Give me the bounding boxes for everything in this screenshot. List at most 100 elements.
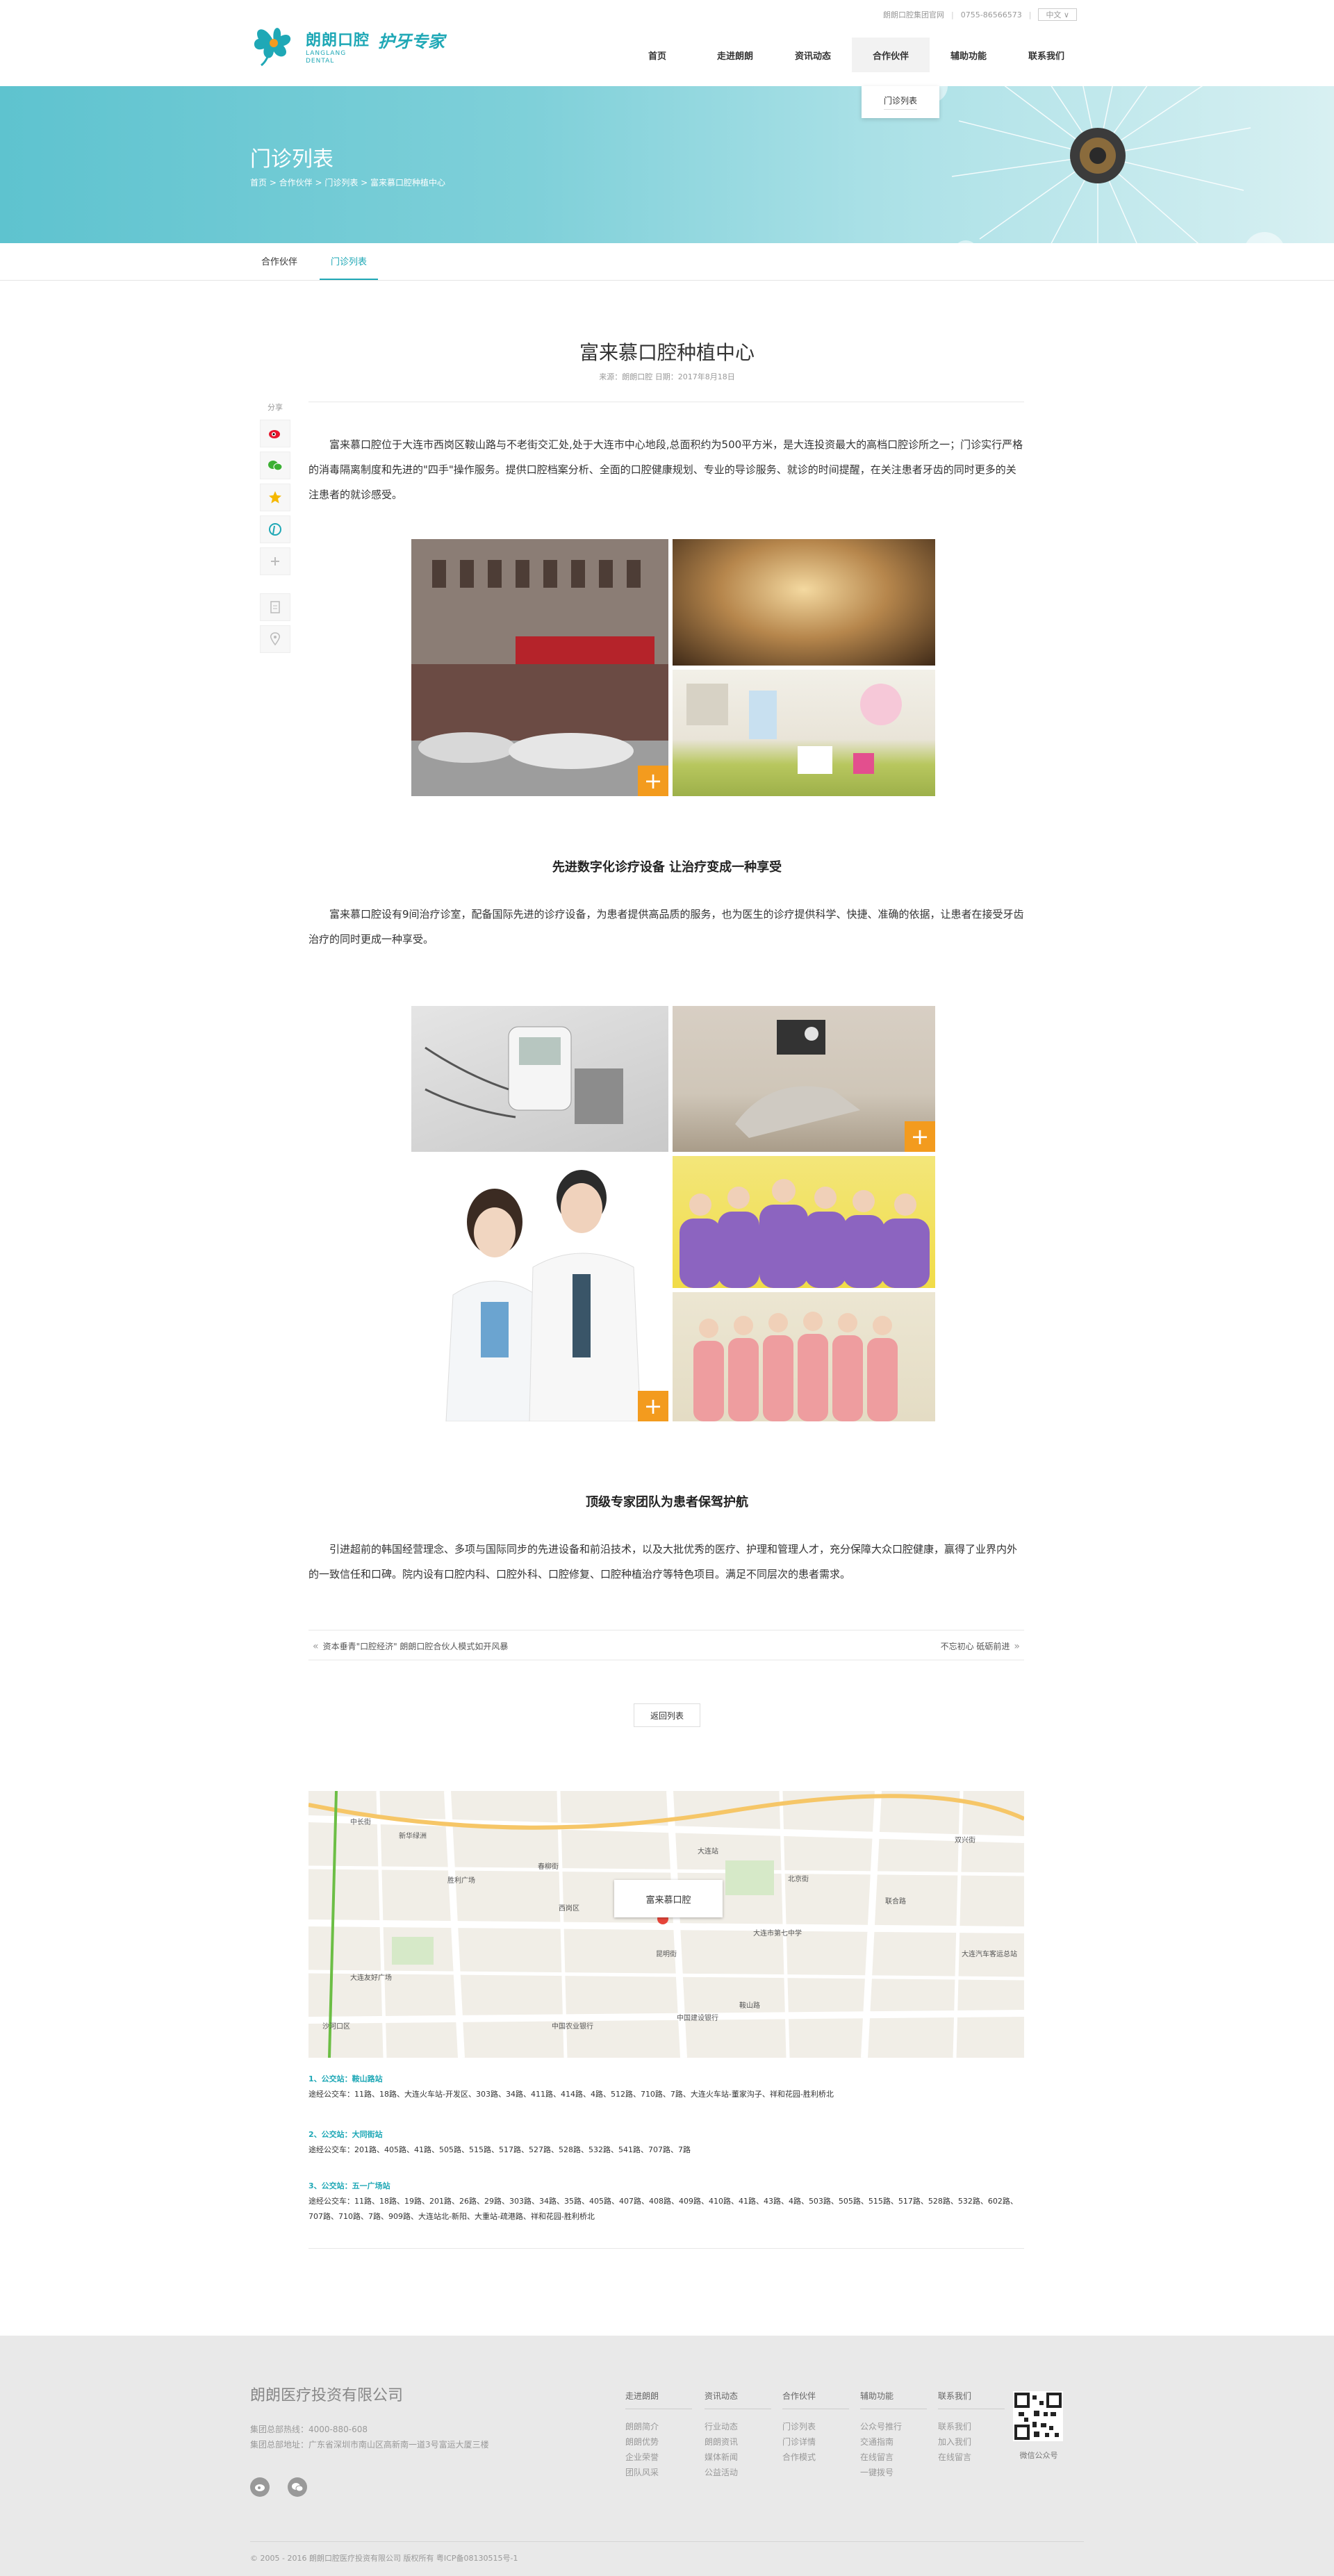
route-title: 3、公交站：五一广场站 [308,2181,390,2190]
page-banner: 门诊列表 首页 > 合作伙伴 > 门诊列表 > 富来慕口腔种植中心 [0,86,1334,243]
weibo-icon [255,2484,265,2491]
weibo-share-button[interactable] [260,420,290,447]
top-links: 朗朗口腔集团官网 | 0755-86566573 | 中文 ∨ [876,7,1077,22]
prev-next-bar: «资本垂青"口腔经济" 朗朗口腔合伙人模式如开风暴 不忘初心 砥砺前进 » [308,1630,1024,1660]
subnav-clinic-list[interactable]: 门诊列表 [320,254,379,280]
location-pin-icon [270,632,280,646]
footer-link[interactable]: 联系我们 [938,2419,1005,2434]
nav-tools[interactable]: 辅助功能 [930,38,1007,72]
logo-slogan: 护牙专家 [378,32,445,51]
route-text: 途经公交车：11路、18路、大连火车站-开发区、303路、34路、411路、41… [308,2090,834,2099]
dandelion-image [914,86,1283,243]
footer-link[interactable]: 企业荣誉 [625,2450,692,2465]
nav-partners[interactable]: 合作伙伴 [852,38,930,72]
team-purple-illustration [680,1179,930,1288]
footer-link[interactable]: 朗朗优势 [625,2434,692,2450]
location-map[interactable]: 中长街 新华绿洲 胜利广场 春柳街 双兴街 北京街 大连站 联合路 大连市第七中… [308,1791,1024,2058]
equipment-photo[interactable] [411,1006,668,1152]
pinterest-share-button[interactable] [260,515,290,543]
map-label: 西岗区 [559,1905,579,1913]
wechat-footer-button[interactable] [288,2477,307,2497]
wechat-icon [268,461,283,471]
footer-link[interactable]: 交通指南 [860,2434,927,2450]
footer-link[interactable]: 朗朗简介 [625,2419,692,2434]
team-purple-photo[interactable] [673,1156,935,1288]
breadcrumb[interactable]: 首页 > 合作伙伴 > 门诊列表 > 富来慕口腔种植中心 [250,176,445,188]
site-header: 朗朗口腔 LANGLANG DENTAL 护牙专家 朗朗口腔集团官网 | 075… [0,0,1334,86]
group-site-link[interactable]: 朗朗口腔集团官网 [876,9,951,20]
wechat-share-button[interactable] [260,452,290,479]
route-title: 1、公交站：鞍山路站 [308,2074,383,2083]
footer-col-head[interactable]: 合作伙伴 [782,2390,849,2409]
prev-article-link[interactable]: «资本垂青"口腔经济" 朗朗口腔合伙人模式如开风暴 [308,1640,508,1652]
map-label: 大连汽车客运总站 [962,1951,1017,1958]
device-illustration [425,1026,623,1124]
next-article-link[interactable]: 不忘初心 砥砺前进 » [941,1640,1024,1652]
footer-link[interactable]: 加入我们 [938,2434,1005,2450]
subnav-partners[interactable]: 合作伙伴 [261,254,297,267]
footer-col-about: 走进朗朗 朗朗简介 朗朗优势 企业荣誉 团队风采 [625,2390,692,2480]
footer-link[interactable]: 合作模式 [782,2450,849,2465]
dental-chair-photo[interactable]: + [673,1006,935,1152]
nav-dropdown: 门诊列表 [862,86,939,118]
footer-link[interactable]: 门诊详情 [782,2434,849,2450]
map-label: 联合路 [885,1898,906,1906]
double-right-icon: » [1014,1641,1020,1652]
nav-news[interactable]: 资讯动态 [774,38,852,72]
map-label: 大连市第七中学 [753,1930,802,1938]
doctors-illustration [445,1170,641,1421]
footer-link[interactable]: 一键拨号 [860,2465,927,2480]
weibo-footer-button[interactable] [250,2477,270,2497]
footer-link[interactable]: 门诊列表 [782,2419,849,2434]
footer-address: 集团总部地址：广东省深圳市南山区高新南一道3号富运大厦三楼 [250,2440,489,2450]
kids-playroom-photo[interactable] [673,670,935,796]
logo-sub: LANGLANG DENTAL [306,50,347,65]
favorite-share-button[interactable] [260,484,290,511]
weibo-icon [269,430,280,438]
nav-contact[interactable]: 联系我们 [1007,38,1085,72]
footer-link[interactable]: 朗朗资讯 [705,2434,771,2450]
clinic-exterior-photo[interactable]: + [411,539,668,796]
dropdown-item-clinic-list[interactable]: 门诊列表 [883,94,917,110]
language-select[interactable]: 中文 ∨ [1038,8,1077,21]
team-pink-photo[interactable] [673,1292,935,1421]
map-label: 昆明街 [656,1951,677,1958]
footer-link[interactable]: 公众号推行 [860,2419,927,2434]
intro-paragraph: 富来慕口腔位于大连市西岗区鞍山路与不老街交汇处,处于大连市中心地段,总面积约为5… [308,438,1023,501]
footer-col-head[interactable]: 联系我们 [938,2390,1005,2409]
map-label: 春柳街 [538,1863,559,1871]
footer-col-news: 资讯动态 行业动态 朗朗资讯 媒体新闻 公益活动 [705,2390,771,2480]
footer-link[interactable]: 在线留言 [938,2450,1005,2465]
footer-link[interactable]: 公益活动 [705,2465,771,2480]
prev-article-title: 资本垂青"口腔经济" 朗朗口腔合伙人模式如开风暴 [322,1642,509,1651]
footer-link[interactable]: 在线留言 [860,2450,927,2465]
map-popup[interactable]: 富来慕口腔 [614,1880,723,1917]
playroom-illustration [686,684,902,774]
nav-home[interactable]: 首页 [618,38,696,72]
map-label: 双兴街 [955,1837,975,1844]
footer-link[interactable]: 团队风采 [625,2465,692,2480]
divider [308,2248,1024,2249]
dental-chair-illustration [735,1020,860,1138]
footer-col-head[interactable]: 走进朗朗 [625,2390,692,2409]
nav-about[interactable]: 走进朗朗 [696,38,774,72]
footer-col-head[interactable]: 辅助功能 [860,2390,927,2409]
doctors-photo[interactable]: + [411,1156,668,1421]
section-team-text: 引进超前的韩国经营理念、多项与国际同步的先进设备和前沿技术，以及大批优秀的医疗、… [308,1543,1018,1580]
footer-col-head[interactable]: 资讯动态 [705,2390,771,2409]
section-equipment-text: 富来慕口腔设有9间治疗诊室，配备国际先进的诊疗设备，为患者提供高品质的服务，也为… [308,908,1024,946]
expand-icon[interactable]: + [638,766,668,796]
expand-icon[interactable]: + [638,1391,668,1421]
footer-link[interactable]: 行业动态 [705,2419,771,2434]
back-to-list-button[interactable]: 返回列表 [634,1703,700,1727]
footer-link[interactable]: 媒体新闻 [705,2450,771,2465]
expand-icon[interactable]: + [905,1121,935,1152]
map-label: 胜利广场 [447,1877,475,1885]
article-title: 富来慕口腔种植中心 [579,341,755,364]
next-article-title: 不忘初心 砥砺前进 [940,1642,1010,1651]
more-share-button[interactable] [260,547,290,575]
clinic-lobby-photo[interactable] [673,539,935,666]
location-button[interactable] [260,625,290,653]
print-button[interactable] [260,593,290,621]
